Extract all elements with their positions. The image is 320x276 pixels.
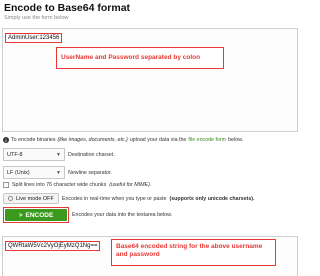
live-mode-row: Live mode OFF Encodes in real-time when … xyxy=(3,193,255,204)
info-suffix: below. xyxy=(228,137,244,143)
output-callout: Base64 encoded string for the above user… xyxy=(111,239,276,266)
newline-value: LF (Unix) xyxy=(7,169,30,176)
split-lines-row: Split lines into 76 character wide chunk… xyxy=(3,182,151,188)
info-italic: (like images, documents, etc.) xyxy=(57,137,128,143)
charset-row: UTF-8 ▼ Destination charset. xyxy=(3,148,115,161)
newline-select[interactable]: LF (Unix) ▼ xyxy=(3,166,65,179)
chevron-right-icon: > xyxy=(18,211,23,219)
info-prefix: To encode binaries xyxy=(11,137,56,143)
encode-button[interactable]: > ENCODE xyxy=(5,209,67,221)
newline-row: LF (Unix) ▼ Newline separator. xyxy=(3,166,112,179)
input-callout-text: UserName and Password separated by colon xyxy=(61,54,201,61)
newline-label: Newline separator. xyxy=(68,169,112,176)
encode-button-label: ENCODE xyxy=(25,211,54,219)
radio-icon xyxy=(8,196,13,201)
live-mode-toggle[interactable]: Live mode OFF xyxy=(3,193,59,204)
live-mode-desc: Encodes in real-time when you type or pa… xyxy=(61,195,167,202)
split-lines-label: Split lines into 76 character wide chunk… xyxy=(12,182,107,188)
charset-label: Destination charset. xyxy=(68,151,115,158)
charset-select[interactable]: UTF-8 ▼ xyxy=(3,148,65,161)
output-value: QWRtaW5Vc2VyOjEyMzQ1Ng== xyxy=(5,241,101,251)
info-mid: upload your data via the xyxy=(129,137,187,143)
input-value: AdminUser:123456 xyxy=(5,33,63,43)
live-mode-note: (supports only unicode charsets). xyxy=(169,195,255,202)
encode-row: > ENCODE Encodes your data into the text… xyxy=(3,207,172,223)
file-encode-link[interactable]: file encode form xyxy=(188,137,226,143)
page-title: Encode to Base64 format xyxy=(4,2,131,14)
page-subtitle: Simply use the form below xyxy=(4,15,69,21)
split-lines-checkbox[interactable] xyxy=(3,182,9,188)
info-line: i To encode binaries (like images, docum… xyxy=(3,137,243,143)
encode-note: Encodes your data into the textarea belo… xyxy=(72,212,173,218)
charset-value: UTF-8 xyxy=(7,151,23,158)
encode-highlight: > ENCODE xyxy=(3,207,69,223)
input-textarea[interactable]: AdminUser:123456 xyxy=(2,28,298,132)
chevron-down-icon: ▼ xyxy=(56,169,61,176)
output-callout-text: Base64 encoded string for the above user… xyxy=(116,243,263,258)
info-icon: i xyxy=(3,137,9,143)
split-lines-note: (useful for MIME). xyxy=(109,182,152,188)
chevron-down-icon: ▼ xyxy=(56,151,61,158)
live-mode-label: Live mode OFF xyxy=(16,195,54,202)
input-callout: UserName and Password separated by colon xyxy=(56,47,224,69)
